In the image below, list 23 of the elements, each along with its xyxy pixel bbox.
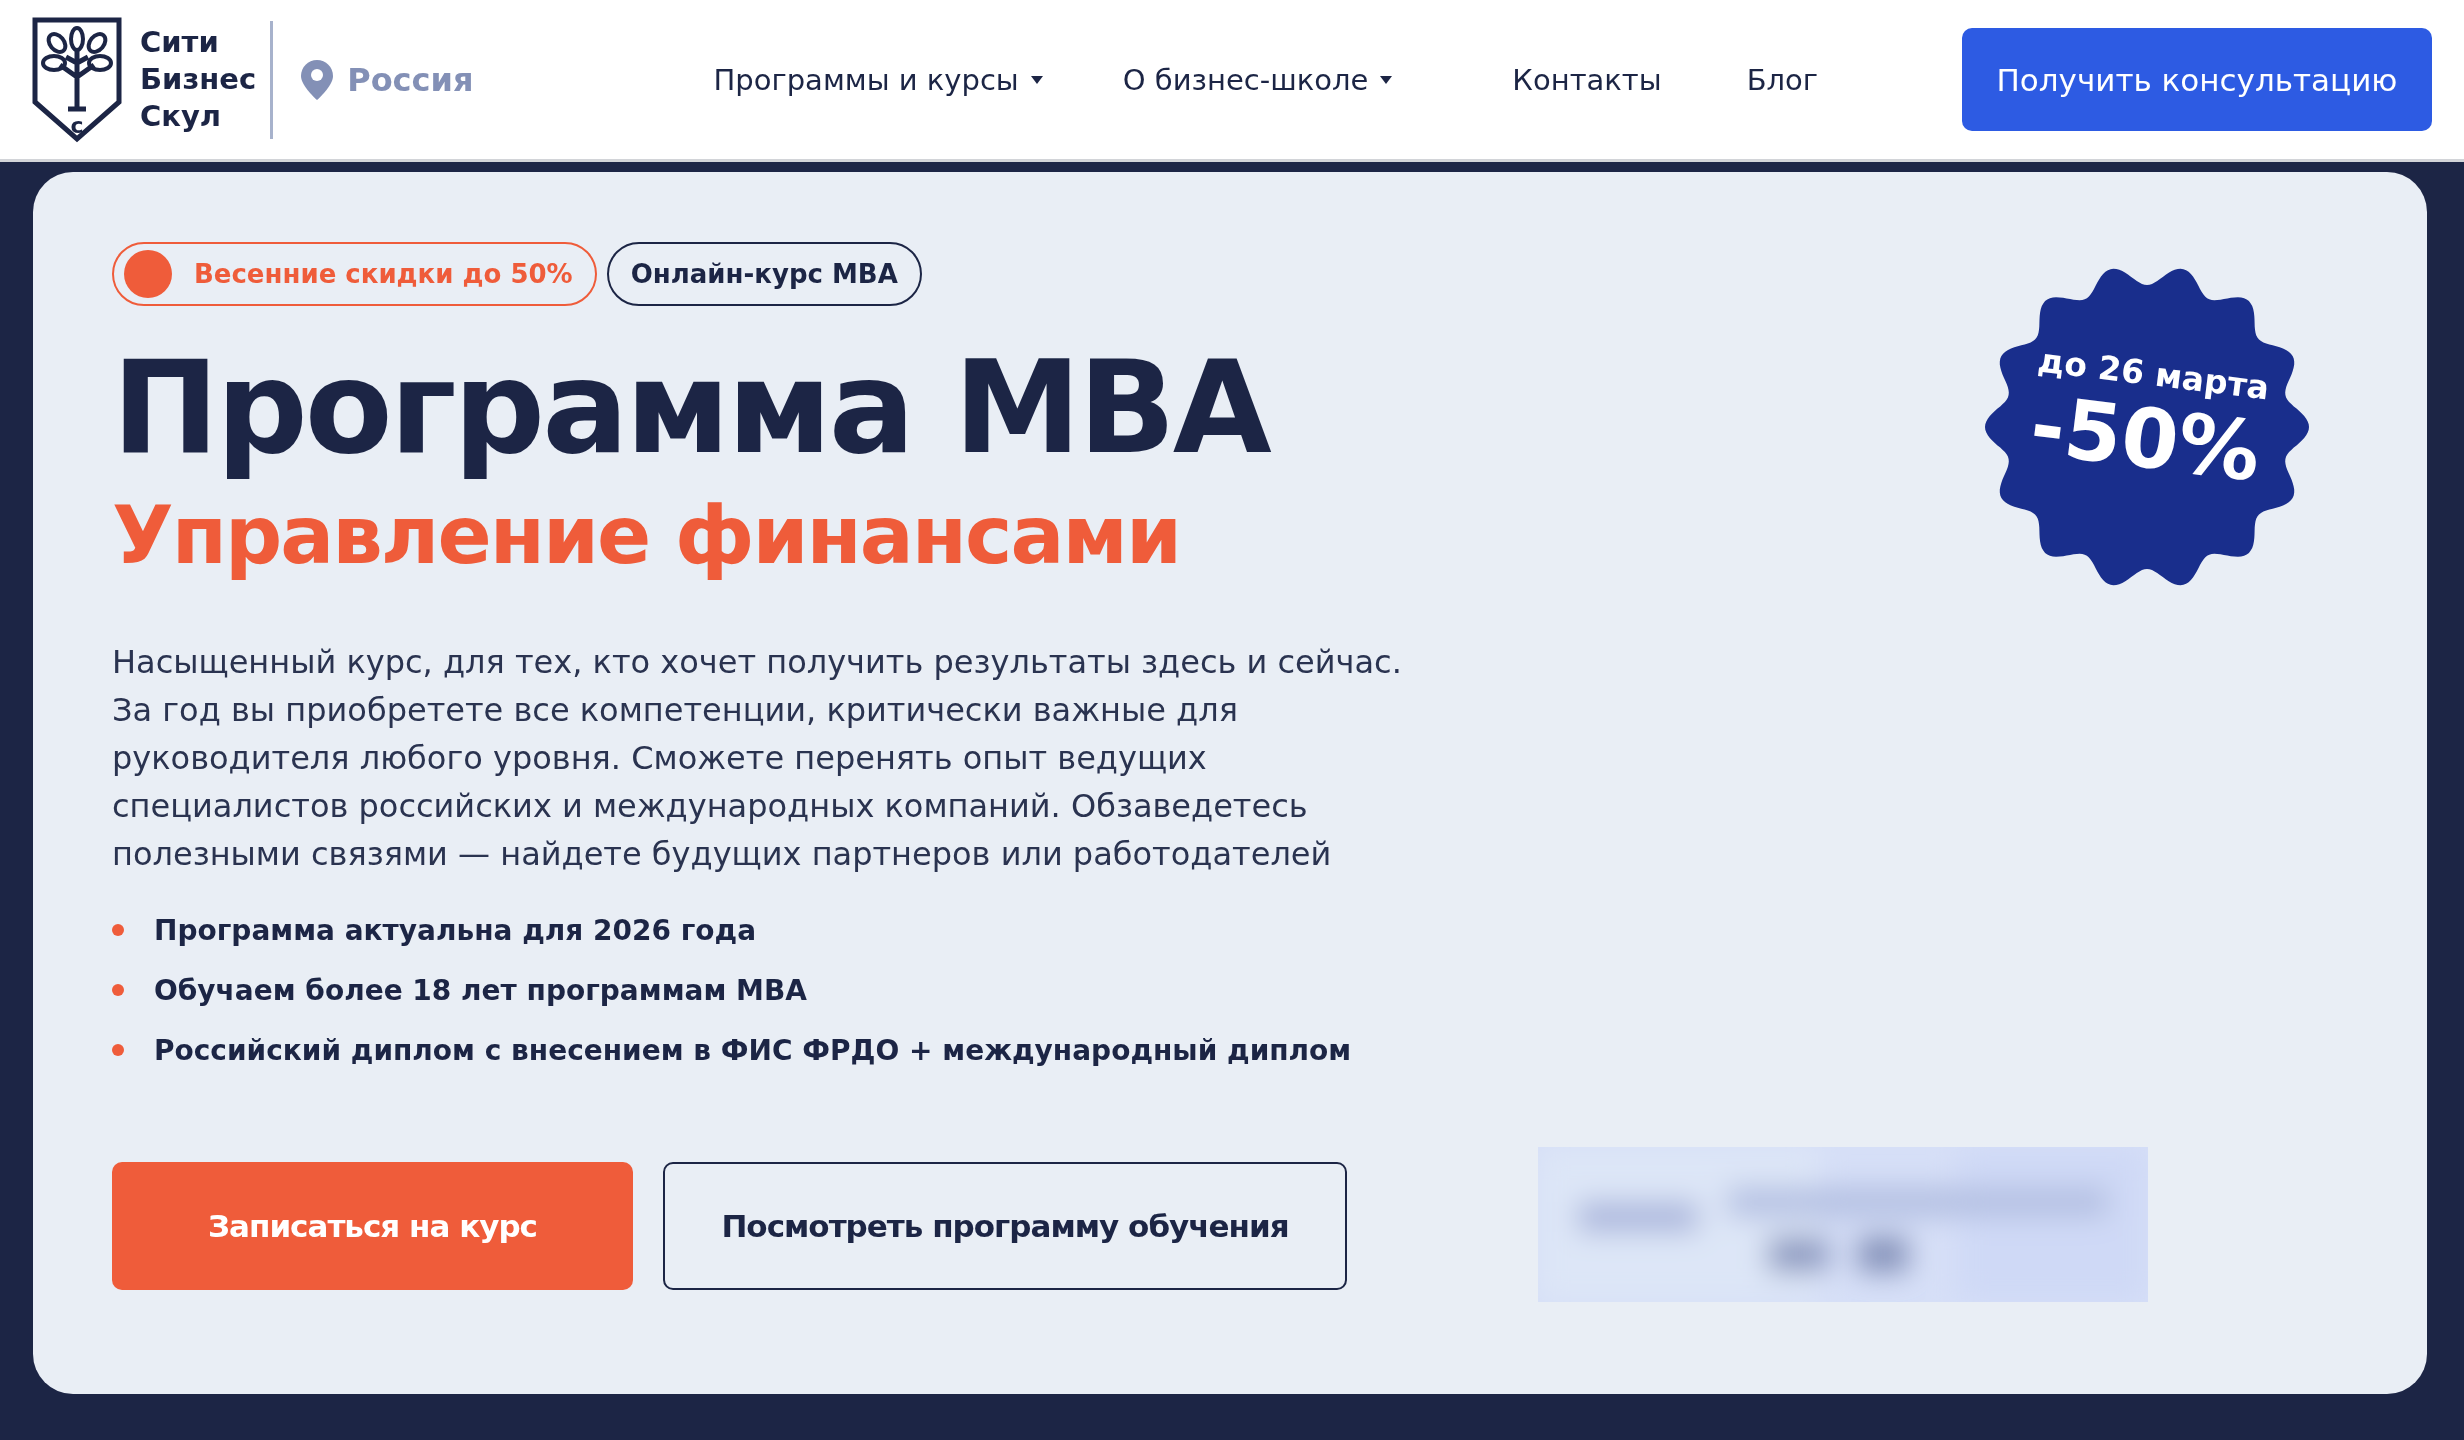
bullet-icon bbox=[112, 984, 124, 996]
description-text: Насыщенный курс, для тех, кто хочет получить результаты здесь и сейчас. За год вы приобретете все компетенции, критически важные для руководителя любого уровня. Сможете перенять опыт ведущих специалистов российских и международных компаний. Обзаведетесь полезными связями — найдете будущих партнеров или работодателей bbox=[112, 642, 1403, 875]
location-pin-icon bbox=[301, 59, 334, 100]
tree-shield-icon bbox=[32, 17, 122, 142]
feature-text: Российский диплом с внесением в ФИС ФРДО + международный диплом bbox=[154, 1033, 1352, 1067]
course-tag: Онлайн-курс MBA bbox=[606, 242, 922, 306]
nav-link[interactable]: Программы и курсы bbox=[713, 62, 1043, 97]
consultation-button[interactable]: Получить консультацию bbox=[1962, 28, 2432, 131]
nav-link[interactable]: О бизнес-школе bbox=[1122, 62, 1393, 97]
program-button[interactable]: Посмотреть программу обучения bbox=[663, 1162, 1347, 1290]
nav-link[interactable]: Контакты bbox=[1512, 62, 1662, 97]
logo-text: Сити bbox=[140, 24, 220, 61]
nav-link[interactable]: Блог bbox=[1746, 62, 1819, 97]
page-subtitle: Управление финансами bbox=[112, 488, 1180, 584]
promo-tag: Весенние скидки до 50% bbox=[112, 242, 597, 306]
page-title: Программа MBA bbox=[112, 332, 1269, 484]
feature-text: Обучаем более 18 лет программам MBA bbox=[154, 973, 807, 1007]
logo-text: Бизнес bbox=[140, 61, 257, 98]
logo-text: Скул bbox=[140, 98, 223, 135]
logo-letter: с bbox=[70, 112, 84, 138]
bullet-icon bbox=[112, 924, 124, 936]
bullet-icon bbox=[112, 1044, 124, 1056]
feature-text: Программа актуальна для 2026 года bbox=[154, 913, 757, 947]
